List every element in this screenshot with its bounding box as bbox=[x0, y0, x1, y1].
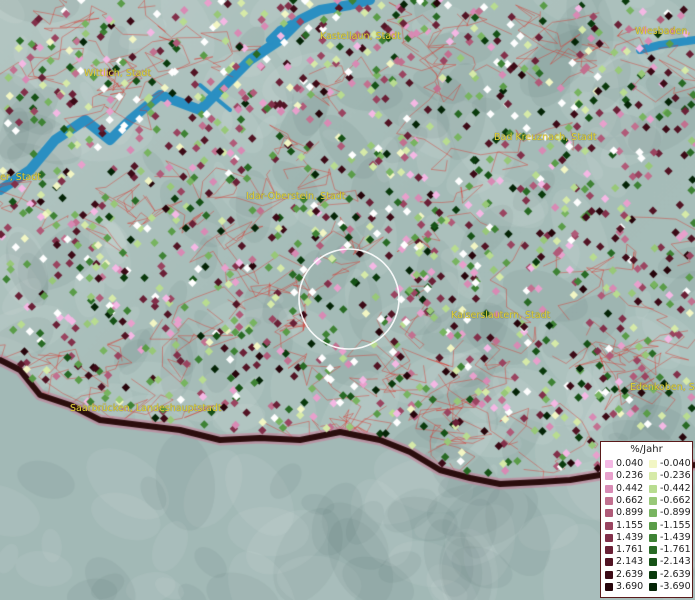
legend-label: 0.040 bbox=[616, 458, 644, 469]
city-label-kaiserslautern: Kaiserslautern, Stadt bbox=[451, 310, 551, 321]
legend-label: -1.439 bbox=[660, 531, 691, 543]
legend-swatch bbox=[605, 570, 613, 579]
legend-swatch bbox=[649, 496, 657, 505]
legend-swatch bbox=[605, 484, 613, 493]
legend-swatch bbox=[649, 558, 657, 567]
legend-label: 2.143 bbox=[616, 556, 644, 568]
legend-swatch bbox=[649, 570, 657, 579]
legend-title: %/Jahr bbox=[630, 444, 663, 455]
map-canvas[interactable] bbox=[0, 0, 695, 600]
legend-label: -2.143 bbox=[660, 556, 691, 568]
legend-label: 0.662 bbox=[616, 494, 644, 506]
legend-label: -0.040 bbox=[660, 458, 691, 469]
legend-label: -0.442 bbox=[660, 482, 691, 494]
legend-label: -1.155 bbox=[660, 519, 691, 531]
legend-swatch bbox=[605, 460, 613, 468]
legend-swatch bbox=[649, 546, 657, 555]
city-label-saarbruecken: Saarbrücken, Landeshauptstadt bbox=[70, 403, 222, 414]
legend-label: 0.899 bbox=[616, 507, 644, 519]
map-view[interactable]: Kastellaun, Stadt Wiesbaden, Wittlich, S… bbox=[0, 0, 695, 600]
legend-label: -0.899 bbox=[660, 507, 691, 519]
city-label-bad-kreuznach: Bad Kreuznach, Stadt bbox=[494, 132, 597, 143]
legend-swatch bbox=[605, 546, 613, 555]
legend-label: -0.662 bbox=[660, 494, 691, 506]
legend-swatch bbox=[649, 460, 657, 468]
legend-swatch bbox=[605, 496, 613, 505]
legend-label: 1.761 bbox=[616, 544, 644, 556]
legend-swatch bbox=[605, 583, 613, 591]
legend-swatch bbox=[605, 509, 613, 518]
legend-swatch bbox=[605, 472, 613, 481]
legend-swatch bbox=[605, 521, 613, 530]
legend-label: -3.690 bbox=[660, 581, 691, 592]
legend-label: 0.442 bbox=[616, 482, 644, 494]
legend-label: -2.639 bbox=[660, 568, 691, 580]
legend-label: -0.236 bbox=[660, 470, 691, 482]
city-label-idar-oberstein: Idar-Oberstein, Stadt bbox=[246, 191, 346, 202]
legend-swatch bbox=[649, 583, 657, 591]
legend-label: 2.639 bbox=[616, 568, 644, 580]
legend-label: -1.761 bbox=[660, 544, 691, 556]
legend-label: 1.439 bbox=[616, 531, 644, 543]
city-label-trier: er, Stadt bbox=[0, 172, 42, 183]
legend-swatch bbox=[649, 509, 657, 518]
legend-label: 0.236 bbox=[616, 470, 644, 482]
city-label-wiesbaden: Wiesbaden, bbox=[635, 26, 691, 37]
legend-label: 1.155 bbox=[616, 519, 644, 531]
legend-swatch bbox=[605, 558, 613, 567]
legend-swatch bbox=[605, 533, 613, 542]
city-label-edenkoben: Edenkoben, Stad bbox=[630, 382, 695, 393]
legend-label: 3.690 bbox=[616, 581, 644, 592]
city-label-kastellaun: Kastellaun, Stadt bbox=[320, 31, 401, 42]
legend-swatch bbox=[649, 521, 657, 530]
legend: %/Jahr 0.040 0.236 0.442 0.662 0.899 1.155 1.4… bbox=[600, 441, 693, 598]
city-label-wittlich: Wittlich, Stadt bbox=[84, 68, 152, 79]
legend-swatch bbox=[649, 484, 657, 493]
legend-swatch bbox=[649, 472, 657, 481]
legend-swatch bbox=[649, 533, 657, 542]
